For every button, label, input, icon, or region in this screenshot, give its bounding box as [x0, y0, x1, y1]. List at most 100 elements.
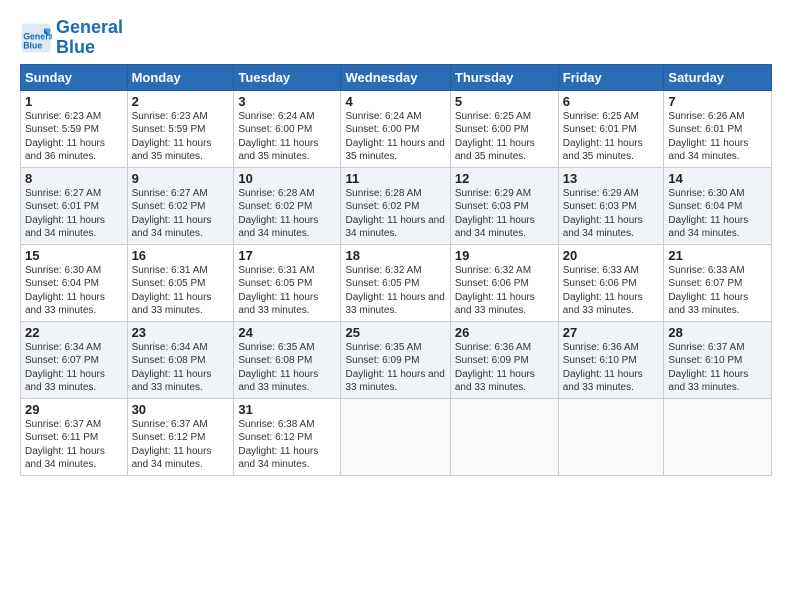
day-info: Sunrise: 6:23 AM Sunset: 5:59 PM Dayligh… [25, 110, 123, 164]
day-info: Sunrise: 6:36 AM Sunset: 6:10 PM Dayligh… [563, 341, 660, 395]
day-info: Sunrise: 6:27 AM Sunset: 6:01 PM Dayligh… [25, 187, 123, 241]
logo-icon: General Blue [20, 22, 52, 54]
day-number: 8 [25, 171, 123, 186]
calendar-day-cell: 11 Sunrise: 6:28 AM Sunset: 6:02 PM Dayl… [341, 167, 450, 244]
day-number: 15 [25, 248, 123, 263]
day-info: Sunrise: 6:24 AM Sunset: 6:00 PM Dayligh… [238, 110, 336, 164]
calendar-day-cell: 7 Sunrise: 6:26 AM Sunset: 6:01 PM Dayli… [664, 90, 772, 167]
calendar-day-cell: 13 Sunrise: 6:29 AM Sunset: 6:03 PM Dayl… [558, 167, 664, 244]
day-number: 13 [563, 171, 660, 186]
day-info: Sunrise: 6:32 AM Sunset: 6:06 PM Dayligh… [455, 264, 554, 318]
calendar-day-cell: 6 Sunrise: 6:25 AM Sunset: 6:01 PM Dayli… [558, 90, 664, 167]
day-number: 18 [345, 248, 445, 263]
calendar-day-cell: 2 Sunrise: 6:23 AM Sunset: 5:59 PM Dayli… [127, 90, 234, 167]
day-number: 14 [668, 171, 767, 186]
day-info: Sunrise: 6:36 AM Sunset: 6:09 PM Dayligh… [455, 341, 554, 395]
day-info: Sunrise: 6:31 AM Sunset: 6:05 PM Dayligh… [238, 264, 336, 318]
calendar-day-cell: 17 Sunrise: 6:31 AM Sunset: 6:05 PM Dayl… [234, 244, 341, 321]
calendar-day-cell: 5 Sunrise: 6:25 AM Sunset: 6:00 PM Dayli… [450, 90, 558, 167]
day-info: Sunrise: 6:35 AM Sunset: 6:08 PM Dayligh… [238, 341, 336, 395]
day-number: 6 [563, 94, 660, 109]
day-number: 24 [238, 325, 336, 340]
day-info: Sunrise: 6:28 AM Sunset: 6:02 PM Dayligh… [238, 187, 336, 241]
header: General Blue GeneralBlue [20, 18, 772, 58]
calendar-day-cell: 30 Sunrise: 6:37 AM Sunset: 6:12 PM Dayl… [127, 398, 234, 475]
day-of-week-header: Monday [127, 64, 234, 90]
svg-text:Blue: Blue [23, 40, 42, 50]
day-info: Sunrise: 6:34 AM Sunset: 6:08 PM Dayligh… [132, 341, 230, 395]
day-info: Sunrise: 6:31 AM Sunset: 6:05 PM Dayligh… [132, 264, 230, 318]
calendar-day-cell: 4 Sunrise: 6:24 AM Sunset: 6:00 PM Dayli… [341, 90, 450, 167]
calendar-day-cell: 21 Sunrise: 6:33 AM Sunset: 6:07 PM Dayl… [664, 244, 772, 321]
calendar-day-cell: 18 Sunrise: 6:32 AM Sunset: 6:05 PM Dayl… [341, 244, 450, 321]
day-of-week-header: Wednesday [341, 64, 450, 90]
day-number: 19 [455, 248, 554, 263]
day-of-week-header: Saturday [664, 64, 772, 90]
day-number: 27 [563, 325, 660, 340]
day-info: Sunrise: 6:38 AM Sunset: 6:12 PM Dayligh… [238, 418, 336, 472]
day-number: 7 [668, 94, 767, 109]
day-info: Sunrise: 6:34 AM Sunset: 6:07 PM Dayligh… [25, 341, 123, 395]
calendar-day-cell: 31 Sunrise: 6:38 AM Sunset: 6:12 PM Dayl… [234, 398, 341, 475]
day-number: 23 [132, 325, 230, 340]
day-number: 11 [345, 171, 445, 186]
day-number: 26 [455, 325, 554, 340]
day-of-week-header: Sunday [21, 64, 128, 90]
calendar-week-row: 15 Sunrise: 6:30 AM Sunset: 6:04 PM Dayl… [21, 244, 772, 321]
day-number: 25 [345, 325, 445, 340]
calendar-day-cell: 12 Sunrise: 6:29 AM Sunset: 6:03 PM Dayl… [450, 167, 558, 244]
day-info: Sunrise: 6:37 AM Sunset: 6:11 PM Dayligh… [25, 418, 123, 472]
calendar-day-cell: 16 Sunrise: 6:31 AM Sunset: 6:05 PM Dayl… [127, 244, 234, 321]
day-number: 30 [132, 402, 230, 417]
calendar-day-cell [341, 398, 450, 475]
day-number: 3 [238, 94, 336, 109]
calendar-day-cell: 15 Sunrise: 6:30 AM Sunset: 6:04 PM Dayl… [21, 244, 128, 321]
day-number: 9 [132, 171, 230, 186]
calendar-table: SundayMondayTuesdayWednesdayThursdayFrid… [20, 64, 772, 476]
calendar-day-cell: 14 Sunrise: 6:30 AM Sunset: 6:04 PM Dayl… [664, 167, 772, 244]
day-info: Sunrise: 6:29 AM Sunset: 6:03 PM Dayligh… [455, 187, 554, 241]
calendar-day-cell [450, 398, 558, 475]
day-number: 20 [563, 248, 660, 263]
calendar-day-cell: 8 Sunrise: 6:27 AM Sunset: 6:01 PM Dayli… [21, 167, 128, 244]
day-info: Sunrise: 6:25 AM Sunset: 6:01 PM Dayligh… [563, 110, 660, 164]
day-number: 28 [668, 325, 767, 340]
day-info: Sunrise: 6:29 AM Sunset: 6:03 PM Dayligh… [563, 187, 660, 241]
day-number: 10 [238, 171, 336, 186]
calendar-day-cell: 27 Sunrise: 6:36 AM Sunset: 6:10 PM Dayl… [558, 321, 664, 398]
calendar-week-row: 22 Sunrise: 6:34 AM Sunset: 6:07 PM Dayl… [21, 321, 772, 398]
day-number: 1 [25, 94, 123, 109]
calendar-day-cell [558, 398, 664, 475]
day-of-week-header: Friday [558, 64, 664, 90]
day-info: Sunrise: 6:32 AM Sunset: 6:05 PM Dayligh… [345, 264, 445, 318]
logo: General Blue GeneralBlue [20, 18, 123, 58]
calendar-day-cell: 24 Sunrise: 6:35 AM Sunset: 6:08 PM Dayl… [234, 321, 341, 398]
calendar-day-cell: 28 Sunrise: 6:37 AM Sunset: 6:10 PM Dayl… [664, 321, 772, 398]
calendar-week-row: 1 Sunrise: 6:23 AM Sunset: 5:59 PM Dayli… [21, 90, 772, 167]
calendar-day-cell: 10 Sunrise: 6:28 AM Sunset: 6:02 PM Dayl… [234, 167, 341, 244]
day-info: Sunrise: 6:26 AM Sunset: 6:01 PM Dayligh… [668, 110, 767, 164]
calendar-day-cell: 3 Sunrise: 6:24 AM Sunset: 6:00 PM Dayli… [234, 90, 341, 167]
day-number: 22 [25, 325, 123, 340]
calendar-week-row: 29 Sunrise: 6:37 AM Sunset: 6:11 PM Dayl… [21, 398, 772, 475]
logo-text: GeneralBlue [56, 18, 123, 58]
day-info: Sunrise: 6:27 AM Sunset: 6:02 PM Dayligh… [132, 187, 230, 241]
calendar-day-cell: 1 Sunrise: 6:23 AM Sunset: 5:59 PM Dayli… [21, 90, 128, 167]
day-info: Sunrise: 6:30 AM Sunset: 6:04 PM Dayligh… [668, 187, 767, 241]
day-info: Sunrise: 6:37 AM Sunset: 6:12 PM Dayligh… [132, 418, 230, 472]
day-info: Sunrise: 6:23 AM Sunset: 5:59 PM Dayligh… [132, 110, 230, 164]
page: General Blue GeneralBlue SundayMondayTue… [0, 0, 792, 486]
day-number: 4 [345, 94, 445, 109]
calendar-day-cell: 23 Sunrise: 6:34 AM Sunset: 6:08 PM Dayl… [127, 321, 234, 398]
day-info: Sunrise: 6:25 AM Sunset: 6:00 PM Dayligh… [455, 110, 554, 164]
day-number: 2 [132, 94, 230, 109]
day-info: Sunrise: 6:30 AM Sunset: 6:04 PM Dayligh… [25, 264, 123, 318]
day-info: Sunrise: 6:28 AM Sunset: 6:02 PM Dayligh… [345, 187, 445, 241]
calendar-day-cell: 25 Sunrise: 6:35 AM Sunset: 6:09 PM Dayl… [341, 321, 450, 398]
day-number: 16 [132, 248, 230, 263]
day-info: Sunrise: 6:37 AM Sunset: 6:10 PM Dayligh… [668, 341, 767, 395]
calendar-header-row: SundayMondayTuesdayWednesdayThursdayFrid… [21, 64, 772, 90]
calendar-day-cell: 9 Sunrise: 6:27 AM Sunset: 6:02 PM Dayli… [127, 167, 234, 244]
day-number: 21 [668, 248, 767, 263]
day-number: 31 [238, 402, 336, 417]
